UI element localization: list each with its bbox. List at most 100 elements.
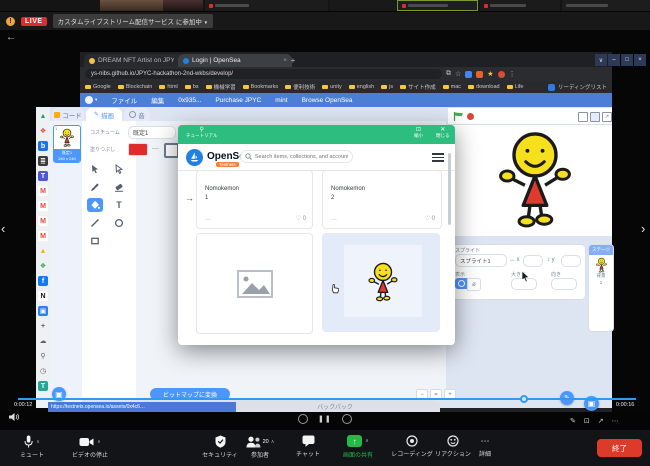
more-button[interactable]: ⋯ 詳細 xyxy=(470,435,500,458)
extension-icon[interactable] xyxy=(465,71,472,78)
reshape-tool[interactable] xyxy=(111,162,127,176)
facebook-icon[interactable]: f xyxy=(38,276,48,286)
participant-tile[interactable] xyxy=(330,0,396,11)
monitor-icon[interactable]: ⊡ xyxy=(584,417,590,425)
modal-scrollbar[interactable] xyxy=(448,153,451,225)
bookmark-item[interactable]: 便利技術 xyxy=(285,83,315,91)
drive-icon[interactable]: ▲ xyxy=(38,111,48,121)
eraser-tool[interactable] xyxy=(111,180,127,194)
stop-button-icon[interactable] xyxy=(467,113,474,120)
sprite-name-input[interactable]: スプライト1 xyxy=(455,254,507,267)
close-button[interactable]: ✕ 閉じる xyxy=(436,127,450,139)
menu-wallet-address[interactable]: 0x935... xyxy=(178,97,201,104)
nft-card-image-missing[interactable] xyxy=(196,233,313,334)
show-sprite-button[interactable] xyxy=(455,278,467,289)
nft-card[interactable]: Nomokemon2 … ♡ 0 xyxy=(322,170,442,229)
menu-file[interactable]: ファイル xyxy=(111,95,137,105)
video-options-chevron[interactable]: ∧ xyxy=(97,439,101,445)
fill-tool-selected[interactable] xyxy=(87,198,103,212)
tab-code[interactable]: コード xyxy=(52,108,84,121)
bookmark-item[interactable]: unity xyxy=(322,84,342,90)
add-app-icon[interactable]: + xyxy=(38,321,48,331)
close-icon[interactable]: × xyxy=(634,54,646,66)
nft-card-artwork[interactable] xyxy=(322,233,440,332)
participant-tile[interactable] xyxy=(100,0,163,11)
end-meeting-button[interactable]: 終了 xyxy=(597,439,642,457)
gmail-icon[interactable]: M xyxy=(38,201,48,211)
menu-mint[interactable]: mint xyxy=(275,97,287,104)
restore-icon[interactable]: □ xyxy=(621,54,633,66)
heart-icon[interactable]: ♡ xyxy=(425,216,430,222)
profile-icon[interactable]: T xyxy=(38,381,48,391)
bookmark-star-icon[interactable]: ☆ xyxy=(455,70,461,78)
bookmark-item[interactable]: Bookmarks xyxy=(243,84,279,90)
speaker-icon[interactable] xyxy=(8,412,20,422)
outline-swatch[interactable] xyxy=(164,143,179,158)
tab-close-icon[interactable]: × xyxy=(283,57,287,64)
menu-browse-opensea[interactable]: Browse OpenSea xyxy=(302,97,353,104)
bookmark-item[interactable]: サイト作成 xyxy=(400,83,436,91)
minimize-button[interactable]: ⊡ 縮小 xyxy=(414,127,423,139)
tab-draw-active[interactable]: ✎描画 xyxy=(86,108,122,121)
mute-button[interactable]: ∧ ミュート xyxy=(10,435,54,459)
gmail-icon[interactable]: M xyxy=(38,186,48,196)
participant-tile[interactable] xyxy=(562,0,650,11)
costume-name-input[interactable]: 既定1 xyxy=(128,126,176,139)
blue-app-icon[interactable]: ▣ xyxy=(38,306,48,316)
reading-list-button[interactable]: リーディングリスト xyxy=(548,83,607,91)
teams-icon[interactable]: T xyxy=(38,171,48,181)
stop-video-button[interactable]: ∧ ビデオの停止 xyxy=(62,435,118,459)
back-arrow-icon[interactable]: ← xyxy=(6,32,16,43)
participants-chevron[interactable]: ∧ xyxy=(271,439,275,445)
minimize-icon[interactable]: – xyxy=(608,54,620,66)
participants-button[interactable]: 20 ∧ 参加者 xyxy=(234,435,286,459)
costume-card-selected[interactable]: 1 既定1 240 x 240 xyxy=(53,125,81,163)
bookmark-item[interactable]: Blockchain xyxy=(118,84,153,90)
fill-color-swatch[interactable] xyxy=(128,143,148,156)
menu-purchase-jpyc[interactable]: Purchase JPYC xyxy=(215,97,261,104)
url-bar[interactable]: ys-nibs.github.io/JPYC-hackathon-2nd-wkb… xyxy=(85,69,442,79)
backpack-bar[interactable]: バックパック xyxy=(230,400,440,412)
terminal-icon[interactable]: ≣ xyxy=(38,156,48,166)
player-loop-right-icon[interactable] xyxy=(342,414,352,424)
profile-avatar[interactable] xyxy=(498,71,505,78)
color-app-icon[interactable]: ❖ xyxy=(38,261,48,271)
share-options-chevron[interactable]: ∧ xyxy=(365,438,369,444)
seek-handle[interactable] xyxy=(520,395,528,403)
share-icon[interactable]: ⧉ xyxy=(446,70,451,78)
hamburger-menu-icon[interactable] xyxy=(432,153,444,162)
browser-tab-active[interactable]: Login | OpenSea × xyxy=(178,54,292,67)
card-more-icon[interactable]: … xyxy=(331,216,337,222)
bookmark-item[interactable]: js xyxy=(381,84,393,90)
live-status[interactable]: カスタムライブストリーム配信サービス に参加中 ▼ xyxy=(53,14,214,28)
participant-tile[interactable] xyxy=(205,0,328,11)
participant-tile-active[interactable] xyxy=(397,0,478,11)
hide-sprite-button[interactable]: ø xyxy=(467,278,481,291)
stage-chooser-panel[interactable]: ステージ 背景 1 xyxy=(588,244,614,332)
bookmark-item[interactable]: mac xyxy=(443,84,461,90)
x-position-input[interactable] xyxy=(523,255,543,267)
pause-icon[interactable]: ❚❚ xyxy=(318,415,332,423)
opensea-search[interactable] xyxy=(240,150,353,163)
browser-tab[interactable]: DREAM NFT Artist on JPYC × xyxy=(84,54,186,67)
brush-tool[interactable] xyxy=(87,180,103,194)
extension-star-icon[interactable]: ★ xyxy=(487,70,493,78)
extension-icon[interactable] xyxy=(476,71,483,78)
nft-card[interactable]: Nomokemon1 … ♡ 0 xyxy=(196,170,313,229)
pencil-icon[interactable]: ✎ xyxy=(570,417,576,425)
history-icon[interactable]: ◷ xyxy=(38,366,48,376)
drive-icon[interactable]: ▲ xyxy=(38,246,48,256)
heart-icon[interactable]: ♡ xyxy=(296,216,301,222)
direction-input[interactable] xyxy=(551,278,577,290)
seek-bar[interactable] xyxy=(18,398,636,400)
small-stage-icon[interactable] xyxy=(578,112,588,122)
rectangle-tool[interactable] xyxy=(87,234,103,248)
y-position-input[interactable] xyxy=(561,255,581,267)
bookmark-item[interactable]: 機械学習 xyxy=(206,83,236,91)
opensea-logo[interactable] xyxy=(186,149,203,166)
gmail-icon[interactable]: M xyxy=(38,216,48,226)
text-tool[interactable]: T xyxy=(111,198,127,212)
more-dots-icon[interactable]: ⋯ xyxy=(612,417,619,425)
next-participant-arrow[interactable]: › xyxy=(641,221,645,236)
bookmark-item[interactable]: english xyxy=(349,84,374,90)
